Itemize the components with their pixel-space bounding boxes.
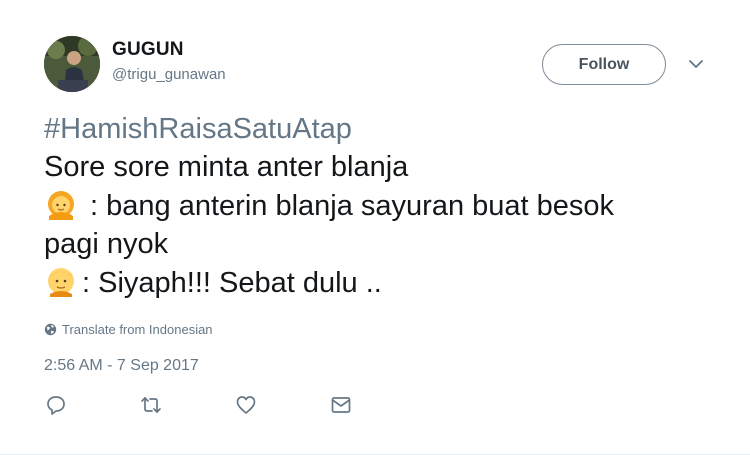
tweet-line-3: pagi nyok bbox=[44, 228, 169, 260]
tweet-line-2: : bang anterin blanja sayuran buat besok bbox=[44, 186, 724, 225]
follow-button[interactable]: Follow bbox=[542, 44, 666, 85]
tweet-line-2-text: : bang anterin blanja sayuran buat besok bbox=[82, 190, 615, 222]
reply-icon[interactable] bbox=[44, 393, 68, 417]
translate-label[interactable]: Translate from Indonesian bbox=[62, 322, 213, 337]
boy-emoji-icon bbox=[44, 263, 78, 297]
timestamp[interactable]: 2:56 AM - 7 Sep 2017 bbox=[44, 357, 199, 375]
tweet-text: #HamishRaisaSatuAtap Sore sore minta ant… bbox=[44, 110, 724, 302]
avatar[interactable] bbox=[44, 36, 100, 92]
tweet-line-1: Sore sore minta anter blanja bbox=[44, 151, 409, 183]
globe-icon bbox=[44, 323, 57, 336]
direct-message-icon[interactable] bbox=[329, 393, 353, 417]
user-handle[interactable]: @trigu_gunawan bbox=[112, 66, 226, 83]
hashtag-link[interactable]: #HamishRaisaSatuAtap bbox=[44, 113, 352, 145]
tweet-line-4-text: : Siyaph!!! Sebat dulu .. bbox=[82, 267, 382, 299]
tweet-card: GUGUN @trigu_gunawan Follow #HamishRaisa… bbox=[0, 0, 750, 455]
chevron-down-icon[interactable] bbox=[688, 57, 704, 69]
retweet-icon[interactable] bbox=[139, 393, 163, 417]
display-name[interactable]: GUGUN bbox=[112, 39, 184, 61]
tweet-line-4: : Siyaph!!! Sebat dulu .. bbox=[44, 263, 724, 302]
girl-emoji-icon bbox=[44, 186, 78, 220]
like-icon[interactable] bbox=[234, 393, 258, 417]
translate-link[interactable]: Translate from Indonesian bbox=[44, 322, 213, 337]
